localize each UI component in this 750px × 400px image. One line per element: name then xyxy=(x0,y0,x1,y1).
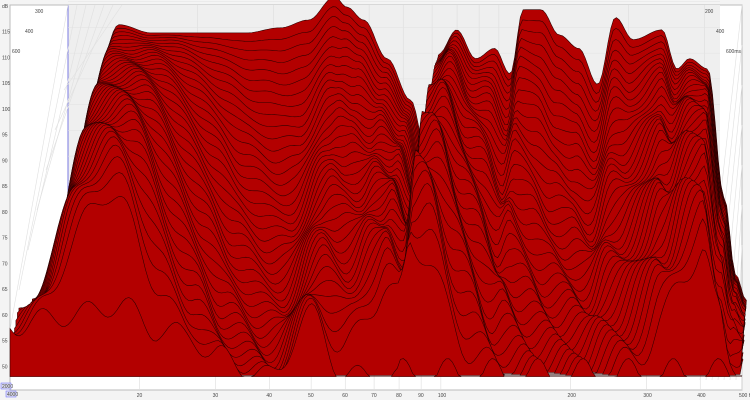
y-tick-label: 85 xyxy=(2,184,8,190)
y-tick-label: 60 xyxy=(2,313,8,319)
x-tick-label: 200 xyxy=(568,393,577,399)
corner-label-2: 4000 xyxy=(7,392,18,398)
y-tick-label: 70 xyxy=(2,261,8,267)
x-tick-label: 90 xyxy=(418,393,424,399)
y-tick-label: 100 xyxy=(2,107,11,113)
x-tick-label: 300 xyxy=(643,393,652,399)
x-tick-label: 70 xyxy=(371,393,377,399)
y-tick-label: 95 xyxy=(2,133,8,139)
y-tick-label: 90 xyxy=(2,158,8,164)
x-tick-label: 30 xyxy=(213,393,219,399)
x-tick-label: 40 xyxy=(266,393,272,399)
y-tick-label: 50 xyxy=(2,364,8,370)
time-tick-right: 600ms xyxy=(726,49,742,55)
y-tick-label: dB xyxy=(2,4,9,10)
time-tick-left: 600 xyxy=(12,49,21,55)
time-tick-right: 200 xyxy=(705,9,714,15)
y-tick-label: 75 xyxy=(2,236,8,242)
y-tick-label: 115 xyxy=(2,30,10,36)
corner-label-1: 2000 xyxy=(2,384,13,390)
waterfall-chart: 20 30 40 50 60 70 80 90 100 200 300 400 500 Hz dB 115… xyxy=(0,0,750,400)
y-tick-label: 65 xyxy=(2,287,8,293)
x-tick-label: 500 Hz xyxy=(739,393,750,399)
x-tick-label: 400 xyxy=(697,393,706,399)
x-tick-label: 60 xyxy=(342,393,348,399)
y-tick-label: 110 xyxy=(2,55,10,61)
y-tick-label: 105 xyxy=(2,81,11,87)
time-tick-left: 400 xyxy=(25,29,34,35)
time-tick-left: 300 xyxy=(35,9,44,15)
y-tick-label: 55 xyxy=(2,339,8,345)
time-tick-right: 400 xyxy=(716,29,725,35)
x-tick-label: 80 xyxy=(396,393,402,399)
y-tick-label: 80 xyxy=(2,210,8,216)
x-tick-label: 50 xyxy=(308,393,314,399)
slices xyxy=(9,0,747,377)
x-tick-label: 100 xyxy=(438,393,447,399)
x-tick-label: 20 xyxy=(137,393,143,399)
